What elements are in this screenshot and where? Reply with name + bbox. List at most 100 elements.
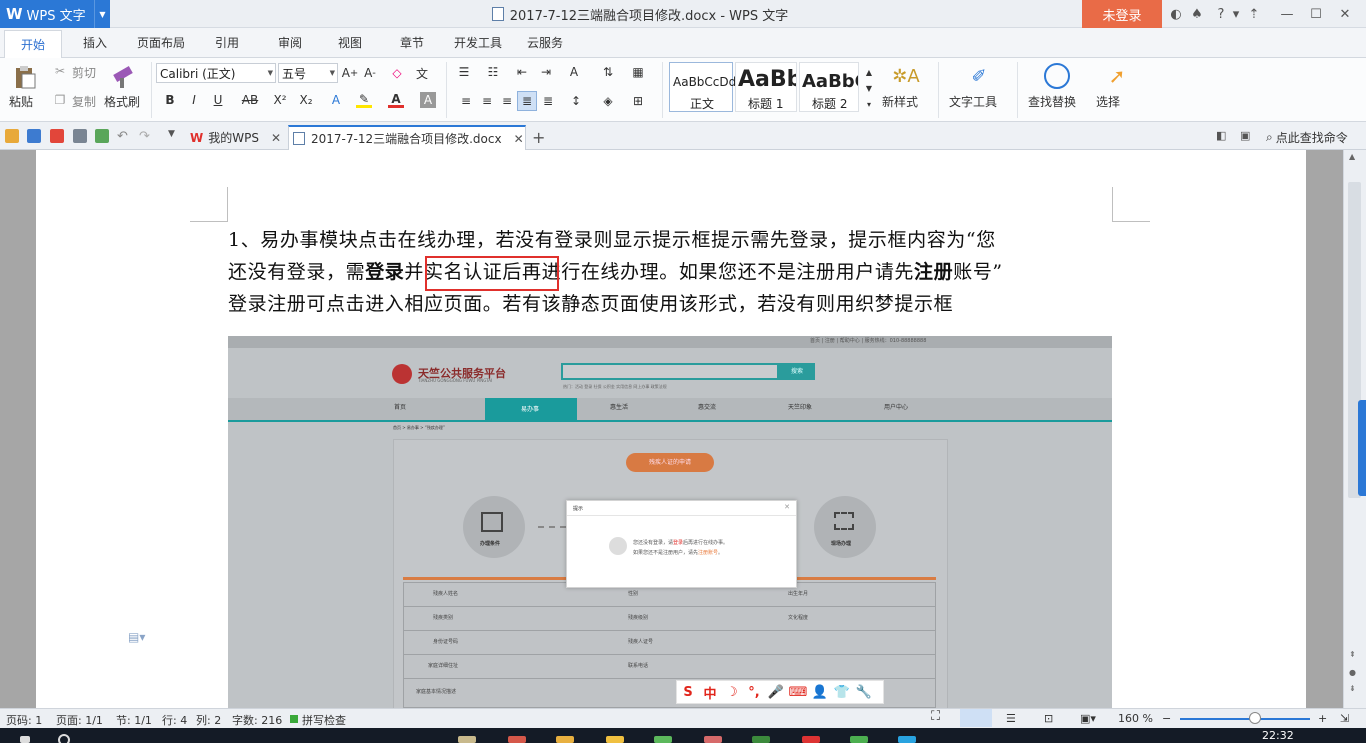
ime-punct-icon[interactable]: °, bbox=[743, 685, 765, 700]
font-size-select[interactable]: 五号 ▼ bbox=[278, 63, 338, 83]
shading-icon[interactable]: ◈ bbox=[600, 93, 616, 109]
web-view-icon[interactable]: ⊡ bbox=[1044, 712, 1053, 725]
close-icon[interactable]: ✕ bbox=[1336, 5, 1354, 23]
tab-home[interactable]: 开始 bbox=[4, 30, 62, 58]
increase-indent-icon[interactable]: ⇥ bbox=[538, 64, 554, 80]
status-page-num[interactable]: 页码: 1 bbox=[6, 712, 42, 728]
cursor-select-icon[interactable]: ➚ bbox=[1104, 63, 1130, 89]
format-painter-icon[interactable] bbox=[110, 64, 136, 90]
close-icon[interactable]: ✕ bbox=[514, 132, 524, 146]
close-icon[interactable]: ✕ bbox=[271, 131, 281, 145]
line-spacing-icon[interactable]: ↕ bbox=[568, 93, 584, 109]
page-view-icon[interactable] bbox=[960, 709, 992, 727]
text-tools-button[interactable]: 文字工具 bbox=[949, 93, 997, 110]
side-panel-toggle[interactable] bbox=[1358, 400, 1366, 496]
start-icon[interactable] bbox=[20, 736, 30, 743]
find-replace-icon[interactable] bbox=[1044, 63, 1070, 89]
font-color-icon[interactable]: A bbox=[388, 92, 404, 108]
taskbar-app-icon[interactable] bbox=[606, 736, 624, 743]
app-menu-button[interactable]: W WPS 文字 ▼ bbox=[0, 0, 110, 28]
minimize-icon[interactable]: — bbox=[1278, 5, 1296, 23]
embedded-screenshot[interactable]: 首页 | 注册 | 帮助中心 | 服务热线：010-88888888 天竺公共服… bbox=[228, 336, 1112, 708]
status-col[interactable]: 列: 2 bbox=[196, 712, 221, 728]
user-icon[interactable]: 👤 bbox=[809, 685, 831, 700]
highlight-icon[interactable]: ✎ bbox=[356, 92, 372, 108]
taskbar-app-icon[interactable] bbox=[458, 736, 476, 743]
zoom-in-icon[interactable]: + bbox=[1318, 712, 1327, 725]
italic-icon[interactable]: I bbox=[186, 92, 202, 108]
style-heading2[interactable]: AaBbC 标题 2 bbox=[799, 62, 859, 112]
sort-icon[interactable]: ⇅ bbox=[600, 64, 616, 80]
taskbar-app-icon[interactable] bbox=[850, 736, 868, 743]
numbered-list-icon[interactable]: ☷ bbox=[485, 64, 501, 80]
tab-page-layout[interactable]: 页面布局 bbox=[137, 34, 185, 51]
next-page-icon[interactable]: ⇟ bbox=[1349, 684, 1356, 693]
text-direction-icon[interactable]: A bbox=[566, 64, 582, 80]
skin-icon[interactable]: ◐ bbox=[1167, 5, 1185, 23]
ime-moon-icon[interactable]: ☽ bbox=[721, 685, 743, 700]
taskbar-app-icon[interactable] bbox=[704, 736, 722, 743]
taskbar-app-icon[interactable] bbox=[654, 736, 672, 743]
wrench-icon[interactable]: 🔧 bbox=[853, 685, 875, 700]
text-tools-icon[interactable]: ✐ bbox=[966, 63, 992, 89]
copy-button[interactable]: 复制 bbox=[72, 93, 96, 110]
tab-view[interactable]: 视图 bbox=[338, 34, 362, 51]
new-tab-icon[interactable]: + bbox=[532, 125, 545, 150]
text-effect-icon[interactable]: A bbox=[328, 92, 344, 108]
zoom-level[interactable]: 160 % bbox=[1118, 712, 1153, 725]
tab-insert[interactable]: 插入 bbox=[83, 34, 107, 51]
taskbar-app-icon[interactable] bbox=[556, 736, 574, 743]
clear-format-icon[interactable]: ◇ bbox=[389, 65, 405, 81]
status-word-count[interactable]: 字数: 216 bbox=[232, 712, 282, 728]
switch-mode-icon[interactable]: ◧ bbox=[1216, 129, 1230, 143]
status-row[interactable]: 行: 4 bbox=[162, 712, 187, 728]
tab-chapter[interactable]: 章节 bbox=[400, 34, 424, 51]
styles-more-icon[interactable]: ▾ bbox=[861, 96, 877, 112]
format-painter-label[interactable]: 格式刷 bbox=[104, 93, 140, 110]
table-icon[interactable]: ▦ bbox=[630, 64, 646, 80]
tab-cloud[interactable]: 云服务 bbox=[527, 34, 563, 51]
align-center-icon[interactable]: ≡ bbox=[479, 93, 495, 109]
fullscreen-icon[interactable]: ⛶ bbox=[931, 709, 940, 724]
undo-icon[interactable]: ↶ bbox=[117, 129, 131, 144]
scroll-up-icon[interactable]: ▲ bbox=[1349, 152, 1355, 161]
sogou-logo-icon[interactable]: S bbox=[677, 685, 699, 700]
export-pdf-icon[interactable] bbox=[50, 129, 64, 143]
align-right-icon[interactable]: ≡ bbox=[499, 93, 515, 109]
find-replace-button[interactable]: 查找替换 bbox=[1028, 93, 1076, 110]
styles-scroll-down-icon[interactable]: ▼ bbox=[861, 80, 877, 96]
customize-dropdown-icon[interactable]: ▼ bbox=[168, 129, 182, 143]
doc-tab-active[interactable]: 2017-7-12三端融合项目修改.docx ✕ bbox=[288, 125, 526, 150]
pinyin-icon[interactable]: 文 bbox=[414, 65, 430, 81]
search-icon[interactable] bbox=[58, 734, 70, 743]
tab-review[interactable]: 审阅 bbox=[278, 34, 302, 51]
shirt-icon[interactable]: ♠ bbox=[1188, 5, 1206, 23]
tab-developer[interactable]: 开发工具 bbox=[454, 34, 502, 51]
collapse-ribbon-icon[interactable]: ▣ bbox=[1240, 129, 1254, 143]
shrink-font-icon[interactable]: A- bbox=[362, 65, 378, 81]
chevron-down-icon[interactable]: ▼ bbox=[94, 0, 110, 28]
paragraph-options-icon[interactable]: ▤▾ bbox=[128, 630, 145, 644]
decrease-indent-icon[interactable]: ⇤ bbox=[514, 64, 530, 80]
bold-icon[interactable]: B bbox=[162, 92, 178, 108]
taskbar-app-icon[interactable] bbox=[508, 736, 526, 743]
reading-mode-icon[interactable]: ▣▾ bbox=[1080, 712, 1096, 725]
superscript-icon[interactable]: X² bbox=[272, 92, 288, 108]
doc-tab-mywps[interactable]: W 我的WPS ✕ bbox=[190, 125, 281, 150]
fit-width-icon[interactable]: ⇲ bbox=[1340, 712, 1349, 725]
new-style-button[interactable]: 新样式 bbox=[882, 93, 918, 110]
print-icon[interactable] bbox=[73, 129, 87, 143]
chevron-down-icon[interactable]: ▾ bbox=[1227, 5, 1245, 23]
paste-label[interactable]: 粘贴 bbox=[9, 93, 33, 110]
font-name-select[interactable]: Calibri (正文) ▼ bbox=[156, 63, 276, 83]
microphone-icon[interactable]: 🎤 bbox=[765, 685, 787, 700]
command-search[interactable]: ⌕ 点此查找命令 bbox=[1266, 125, 1348, 150]
borders-icon[interactable]: ⊞ bbox=[630, 93, 646, 109]
maximize-icon[interactable]: ☐ bbox=[1307, 5, 1325, 23]
bullet-list-icon[interactable]: ☰ bbox=[456, 64, 472, 80]
redo-icon[interactable]: ↷ bbox=[139, 129, 153, 144]
underline-icon[interactable]: U bbox=[210, 92, 226, 108]
paste-icon[interactable] bbox=[12, 64, 38, 90]
ime-chinese-mode[interactable]: 中 bbox=[699, 683, 721, 702]
print-preview-icon[interactable] bbox=[95, 129, 109, 143]
